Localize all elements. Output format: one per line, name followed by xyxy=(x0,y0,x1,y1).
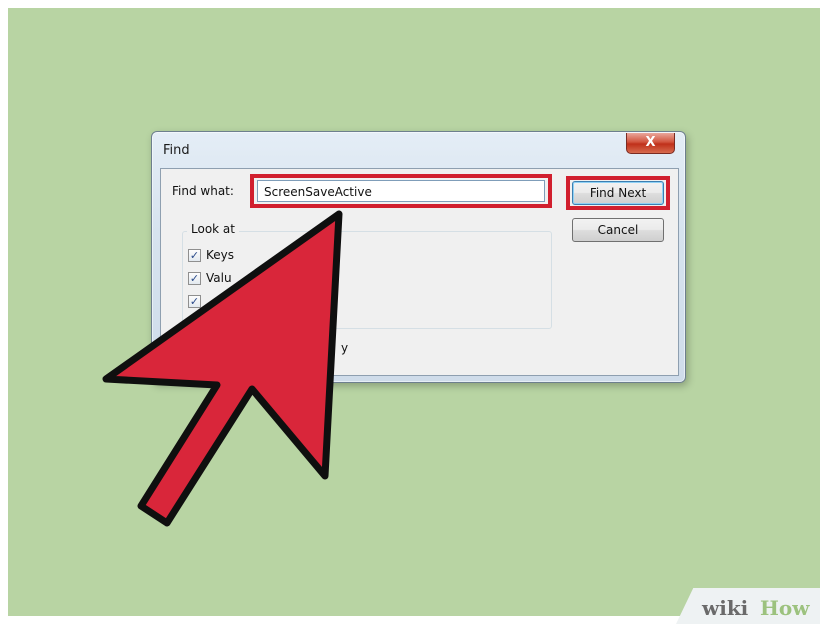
watermark-wiki-text: wiki xyxy=(702,596,749,620)
cursor-arrow-icon xyxy=(102,210,343,527)
watermark-how-text: How xyxy=(760,596,810,620)
